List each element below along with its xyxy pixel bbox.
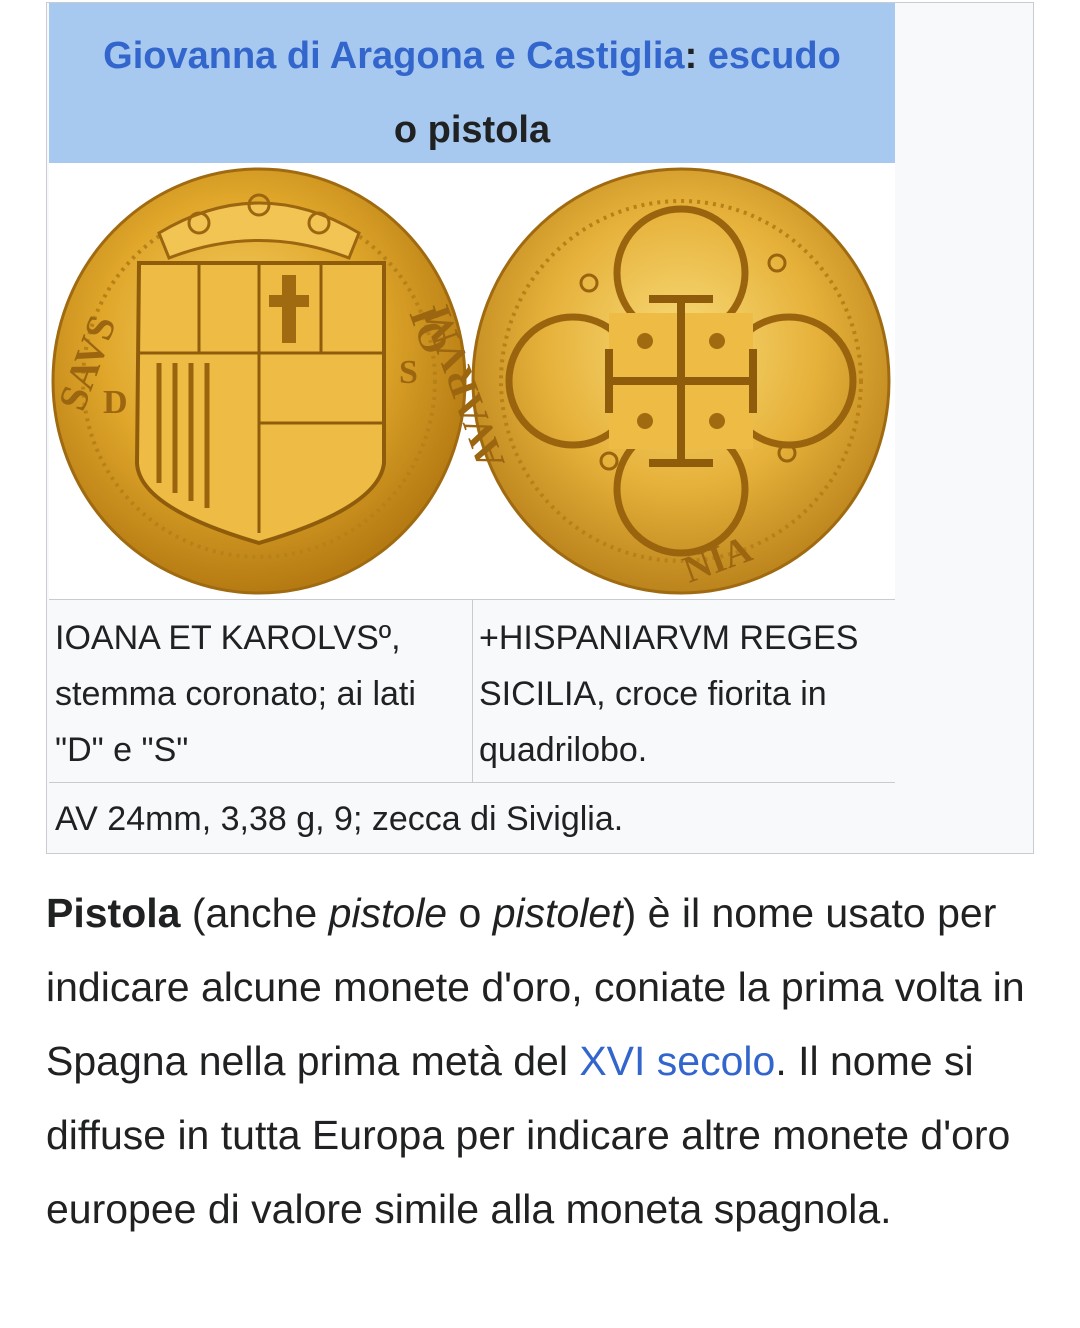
title-rest: o pistola — [393, 109, 551, 151]
coin-description-row: IOANA ET KAROLVSº, stemma coronato; ai l… — [49, 600, 895, 783]
coin-caption: AV 24mm, 3,38 g, 9; zecca di Siviglia. — [55, 800, 624, 838]
coin-image[interactable]: SAVS IO D S AVARVM NIA — [49, 163, 895, 600]
coin-photo: SAVS IO D S AVARVM NIA — [49, 167, 891, 595]
infobox-table: Giovanna di Aragona e Castiglia: escudo … — [49, 3, 895, 783]
escudo-link[interactable]: escudo — [708, 35, 841, 77]
century-link[interactable]: XVI secolo — [579, 1038, 775, 1084]
article-alt-name-1: pistole — [328, 890, 448, 936]
infobox-title: Giovanna di Aragona e Castiglia: escudo … — [49, 3, 895, 163]
title-separator: : — [684, 35, 708, 77]
article-text-2: o — [447, 890, 493, 936]
article-text-1: (anche — [180, 890, 329, 936]
obverse-description: IOANA ET KAROLVSº, stemma coronato; ai l… — [49, 600, 473, 782]
coin-infobox: Giovanna di Aragona e Castiglia: escudo … — [46, 2, 1034, 854]
ruler-link[interactable]: Giovanna di Aragona e Castiglia — [103, 35, 684, 77]
obverse-coin: SAVS IO D S — [49, 167, 467, 595]
article-paragraph: Pistola (anche pistole o pistolet) è il … — [46, 876, 1036, 1246]
reverse-coin: AVARVM NIA — [413, 167, 891, 595]
reverse-description: +HISPANIARVM REGES SICILIA, croce fiorit… — [473, 600, 895, 782]
article-alt-name-2: pistolet — [492, 890, 623, 936]
svg-text:D: D — [103, 384, 128, 421]
svg-text:S: S — [399, 354, 418, 391]
article-term: Pistola — [46, 890, 181, 936]
